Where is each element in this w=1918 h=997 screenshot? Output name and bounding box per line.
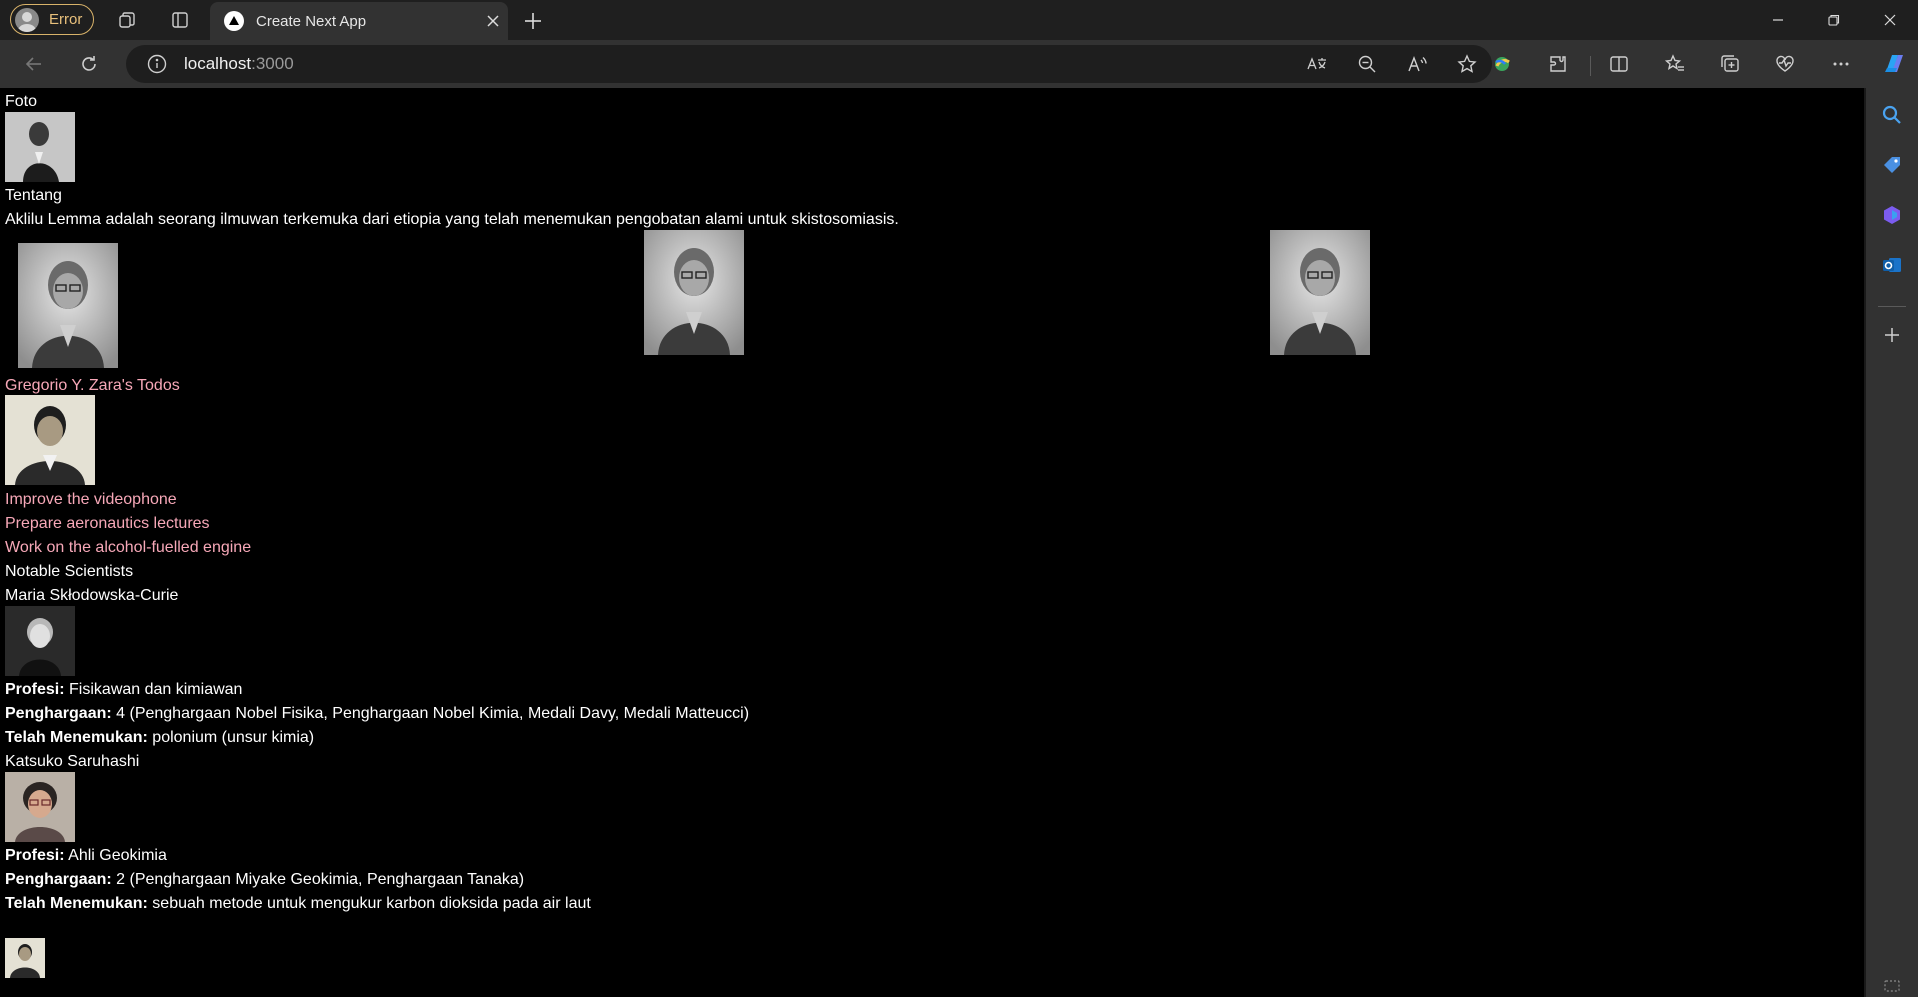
workspaces-icon[interactable]: [115, 8, 139, 32]
scientist-photo: [5, 606, 75, 676]
awards-label: Penghargaan:: [5, 871, 112, 888]
site-info-icon[interactable]: [146, 53, 168, 75]
scientist-profession: Profesi: Fisikawan dan kimiawan: [5, 678, 242, 702]
scientist-awards: Penghargaan: 4 (Penghargaan Nobel Fisika…: [5, 702, 749, 726]
profession-label: Profesi:: [5, 847, 65, 864]
list-item: Work on the alcohol-fuelled engine: [5, 539, 252, 556]
collections-icon[interactable]: [1714, 48, 1746, 80]
discovered-value: polonium (unsur kimia): [152, 729, 315, 746]
tab-active[interactable]: Create Next App: [210, 2, 508, 40]
avatar-icon: [15, 7, 39, 32]
profession-label: Profesi:: [5, 681, 65, 698]
address-bar[interactable]: localhost:3000: [126, 45, 1492, 83]
avatar: [1270, 230, 1370, 355]
copilot-colored-icon[interactable]: [1486, 48, 1518, 80]
scientist-photo: [5, 772, 75, 842]
close-tab-icon[interactable]: [478, 6, 508, 36]
favorite-star-icon[interactable]: [1442, 45, 1492, 83]
awards-value: 2 (Penghargaan Miyake Geokimia, Pengharg…: [116, 871, 525, 888]
url-host: localhost: [184, 54, 252, 73]
foto-heading: Foto: [5, 93, 38, 110]
url-text[interactable]: localhost:3000: [184, 54, 294, 74]
favorites-icon[interactable]: [1659, 48, 1691, 80]
search-icon[interactable]: [1878, 101, 1906, 129]
list-item: Improve the videophone: [5, 491, 177, 508]
tentang-heading: Tentang: [5, 187, 62, 204]
discovered-label: Telah Menemukan:: [5, 729, 148, 746]
scientist-name: Maria Skłodowska-Curie: [5, 587, 179, 604]
nextjs-favicon-icon: [224, 11, 244, 31]
avatar: [18, 243, 118, 368]
small-avatar: [5, 938, 45, 978]
avatar: [644, 230, 744, 355]
edge-sidebar: [1866, 88, 1918, 997]
gallery-heading: Notable Scientists: [5, 563, 134, 580]
awards-value: 4 (Penghargaan Nobel Fisika, Penghargaan…: [116, 705, 750, 722]
minimize-button[interactable]: [1750, 0, 1806, 40]
scientist-discovery: Telah Menemukan: polonium (unsur kimia): [5, 726, 314, 750]
sidebar-separator: [1878, 306, 1906, 307]
zoom-out-icon[interactable]: [1342, 45, 1392, 83]
discovered-value: sebuah metode untuk mengukur karbon diok…: [152, 895, 591, 912]
scientist-awards: Penghargaan: 2 (Penghargaan Miyake Geoki…: [5, 868, 524, 892]
restore-button[interactable]: [1806, 0, 1862, 40]
scientist-profession: Profesi: Ahli Geokimia: [5, 844, 167, 868]
translate-icon[interactable]: [1292, 45, 1342, 83]
refresh-button[interactable]: [73, 48, 105, 80]
url-port: :3000: [251, 54, 294, 73]
title-bar: Error Create Next App: [0, 0, 1918, 40]
more-icon[interactable]: [1825, 48, 1857, 80]
list-item: Prepare aeronautics lectures: [5, 515, 210, 532]
close-window-button[interactable]: [1862, 0, 1918, 40]
read-aloud-icon[interactable]: [1392, 45, 1442, 83]
about-paragraph: Aklilu Lemma adalah seorang ilmuwan terk…: [5, 211, 899, 228]
awards-label: Penghargaan:: [5, 705, 112, 722]
profession-value: Fisikawan dan kimiawan: [69, 681, 243, 698]
toolbar: localhost:3000: [0, 40, 1918, 88]
sidebar-settings-icon[interactable]: [1878, 978, 1906, 994]
copilot-sidebar-icon[interactable]: [1878, 201, 1906, 229]
add-sidebar-app-icon[interactable]: [1878, 321, 1906, 349]
page-viewport: Foto Tentang Aklilu Lemma adalah seorang…: [0, 88, 1864, 997]
browser-essentials-icon[interactable]: [1769, 48, 1801, 80]
scientist-discovery: Telah Menemukan: sebuah metode untuk men…: [5, 892, 591, 916]
profile-label: Error: [49, 11, 83, 28]
back-button[interactable]: [18, 48, 50, 80]
copilot-icon[interactable]: [1878, 48, 1910, 80]
profession-value: Ahli Geokimia: [68, 847, 167, 864]
profile-button[interactable]: Error: [10, 4, 94, 35]
scientist-name: Katsuko Saruhashi: [5, 753, 140, 770]
extensions-icon[interactable]: [1542, 48, 1574, 80]
todos-avatar: [5, 395, 95, 485]
new-tab-button[interactable]: [518, 6, 548, 36]
discovered-label: Telah Menemukan:: [5, 895, 148, 912]
page-scrollbar[interactable]: [1864, 88, 1866, 997]
shopping-icon[interactable]: [1878, 151, 1906, 179]
split-screen-icon[interactable]: [1603, 48, 1635, 80]
tab-actions-icon[interactable]: [168, 8, 192, 32]
outlook-icon[interactable]: [1878, 251, 1906, 279]
tab-title: Create Next App: [256, 12, 367, 30]
profile-photo: [5, 112, 75, 182]
toolbar-separator: [1590, 56, 1591, 76]
